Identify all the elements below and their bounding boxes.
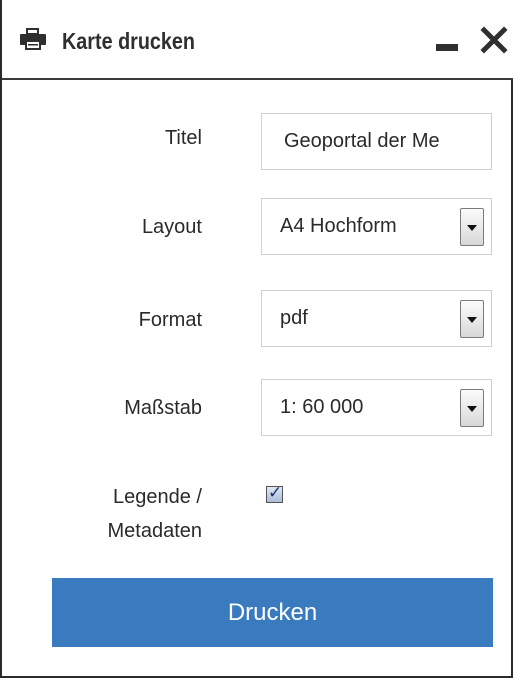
layout-dropdown-button[interactable] bbox=[460, 208, 484, 246]
scale-select-value: 1: 60 000 bbox=[280, 396, 364, 418]
print-dialog: Karte drucken Titel Geoportal der Me Lay… bbox=[0, 0, 513, 678]
title-input-value: Geoportal der Me bbox=[284, 130, 440, 152]
scale-select[interactable]: 1: 60 000 bbox=[261, 379, 492, 436]
format-label: Format bbox=[138, 309, 202, 331]
dialog-title: Karte drucken bbox=[62, 28, 196, 54]
legend-checkbox[interactable]: ✓ bbox=[266, 483, 283, 503]
print-button[interactable]: Drucken bbox=[52, 578, 493, 647]
legend-label-line2: Metadaten bbox=[107, 520, 202, 542]
checkmark-icon: ✓ bbox=[268, 483, 283, 503]
layout-select[interactable]: A4 Hochform bbox=[261, 198, 492, 255]
minimize-icon[interactable] bbox=[436, 44, 458, 51]
title-input[interactable]: Geoportal der Me bbox=[261, 113, 492, 170]
format-dropdown-button[interactable] bbox=[460, 300, 484, 338]
chevron-down-icon bbox=[467, 406, 477, 412]
chevron-down-icon bbox=[467, 225, 477, 231]
chevron-down-icon bbox=[467, 317, 477, 323]
scale-label: Maßstab bbox=[124, 397, 202, 419]
dialog-header[interactable]: Karte drucken bbox=[2, 0, 513, 80]
layout-label: Layout bbox=[141, 216, 202, 238]
title-label: Titel bbox=[164, 127, 202, 149]
legend-label-line1: Legende / bbox=[113, 486, 202, 508]
layout-select-value: A4 Hochform bbox=[280, 215, 397, 237]
printer-icon bbox=[20, 28, 46, 50]
format-select[interactable]: pdf bbox=[261, 290, 492, 347]
scale-dropdown-button[interactable] bbox=[460, 389, 484, 427]
format-select-value: pdf bbox=[280, 307, 308, 329]
close-icon[interactable] bbox=[480, 26, 508, 54]
